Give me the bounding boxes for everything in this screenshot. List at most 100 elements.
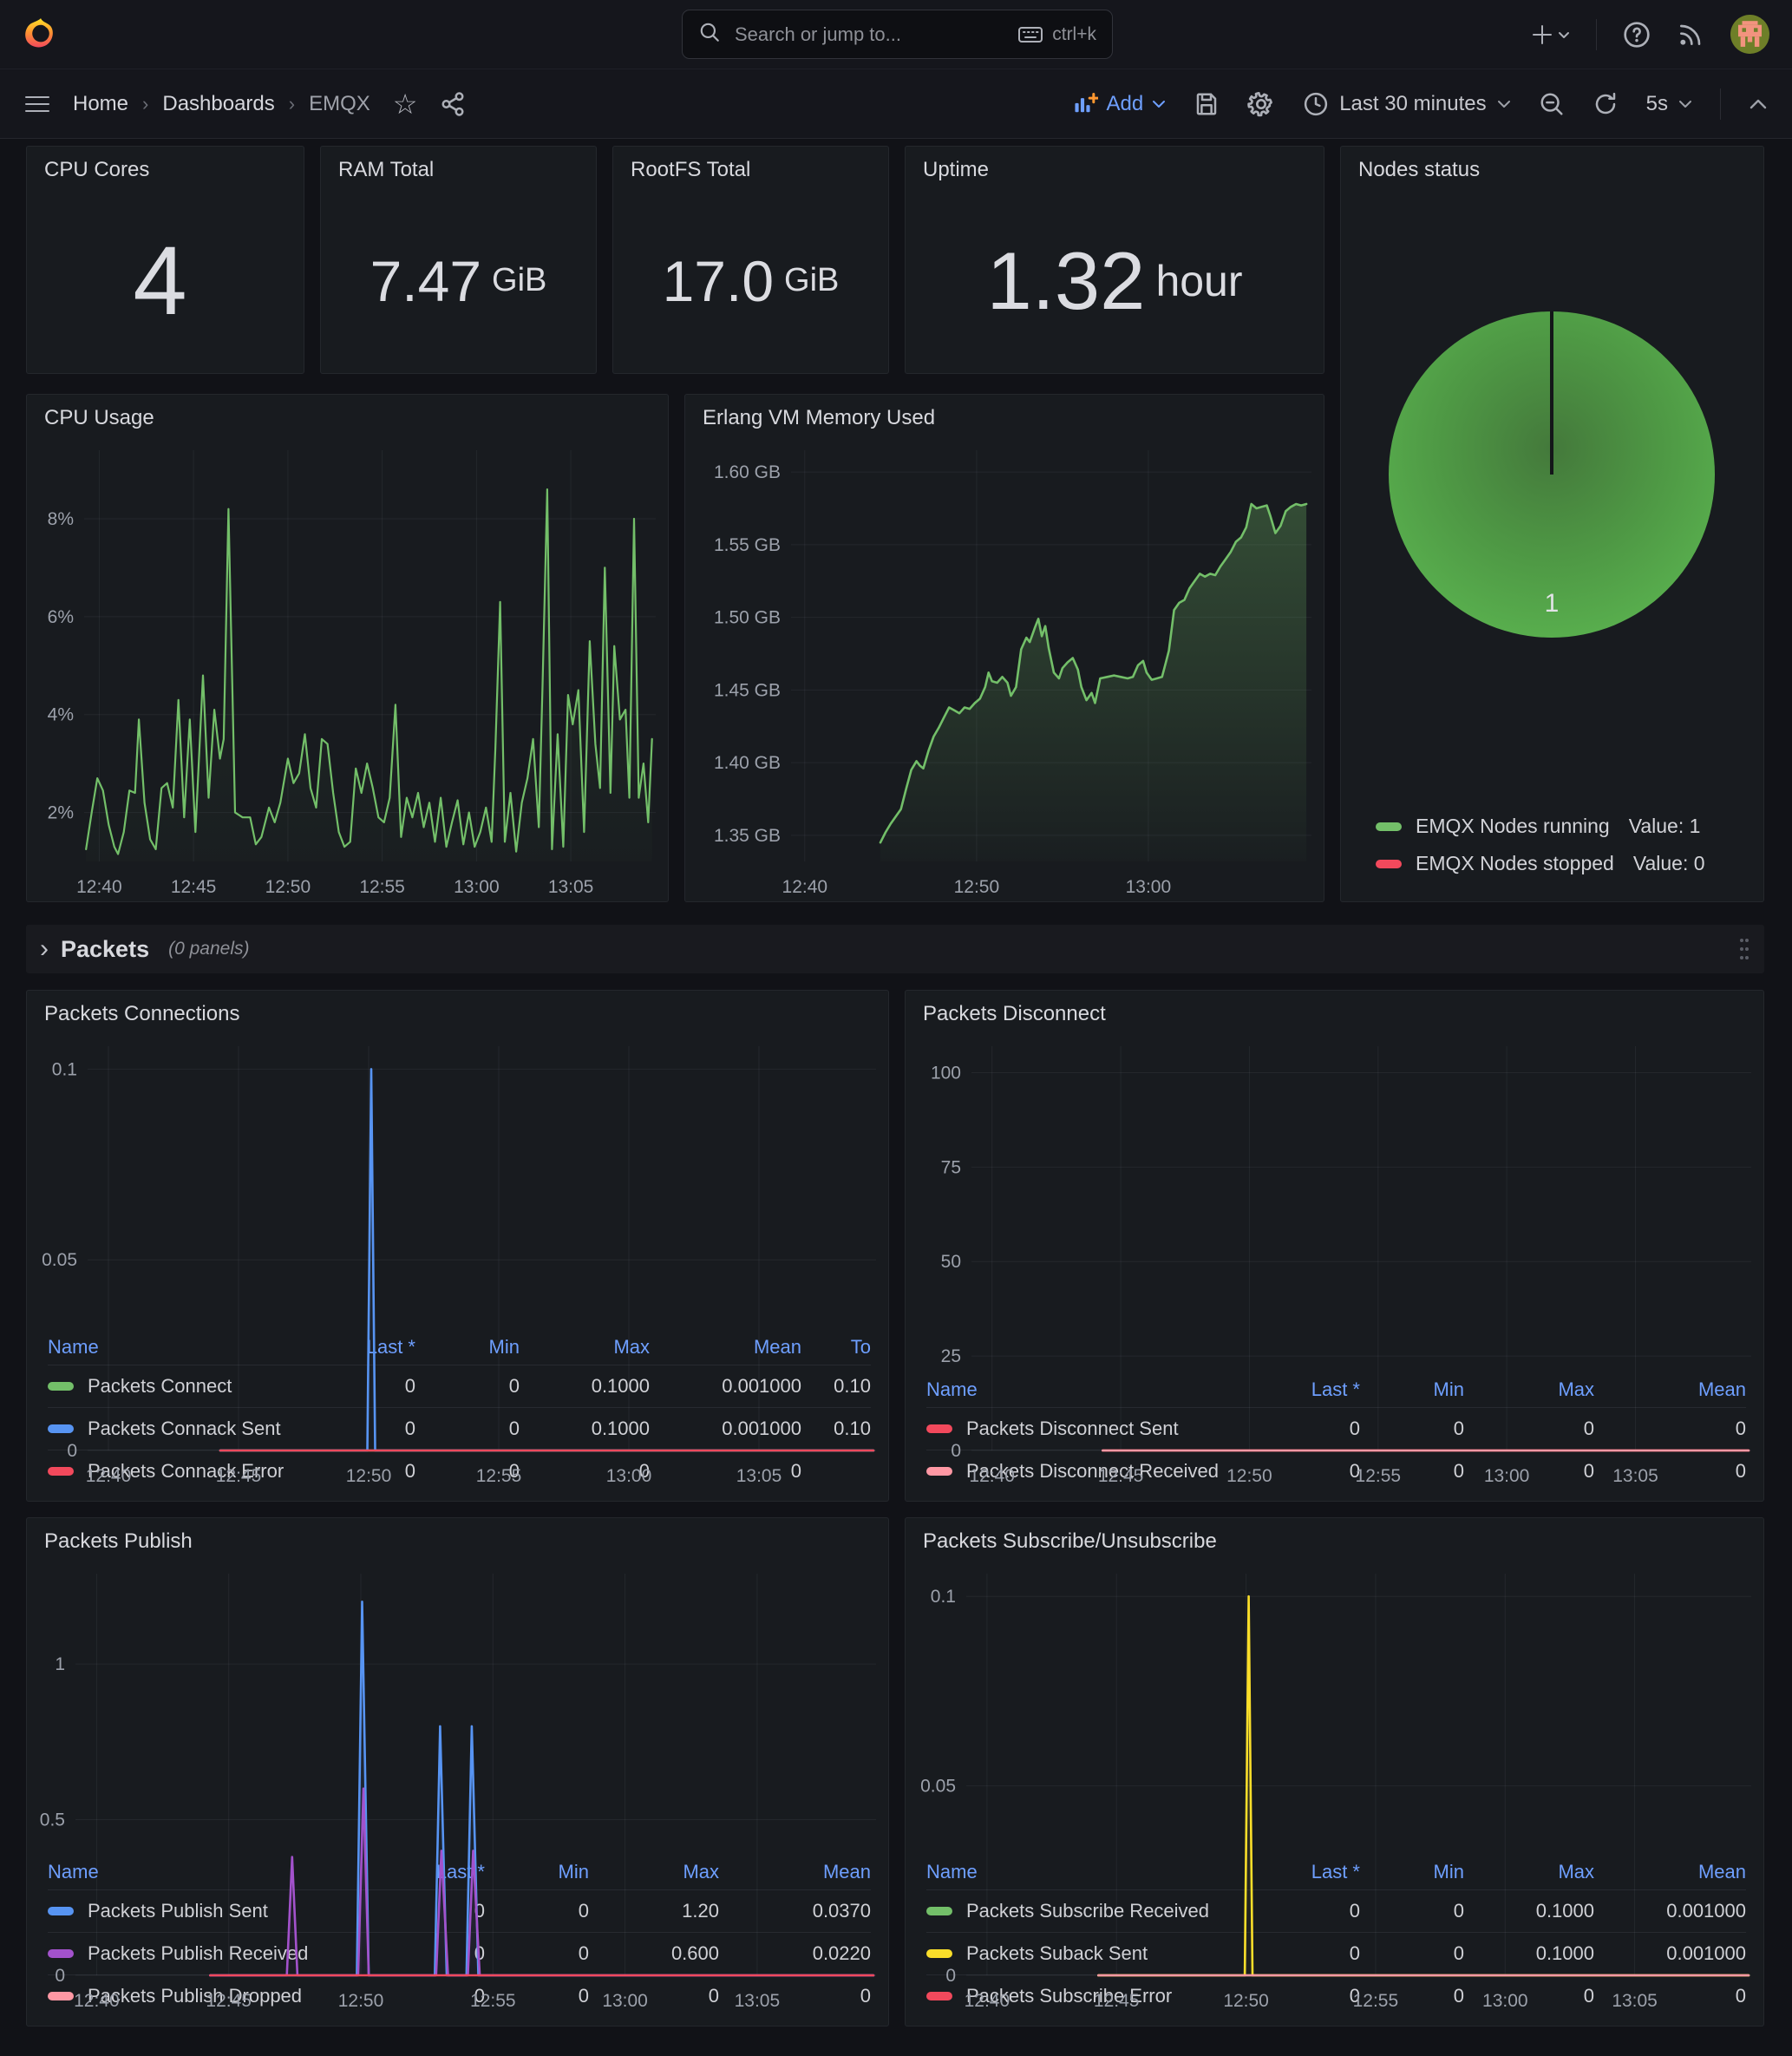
breadcrumb-home[interactable]: Home: [73, 92, 128, 116]
collapse-toolbar-icon[interactable]: [1749, 98, 1768, 110]
svg-text:12:45: 12:45: [216, 1466, 262, 1486]
panel-packets-disconnect: Packets Disconnect 025507510012:4012:451…: [905, 990, 1764, 1502]
chevron-down-icon: [1678, 100, 1692, 108]
svg-text:12:40: 12:40: [782, 877, 828, 897]
panel-rootfs-total: RootFS Total 17.0GiB: [612, 146, 889, 374]
svg-text:13:00: 13:00: [1484, 1466, 1530, 1486]
legend-swatch: [1376, 860, 1402, 868]
svg-text:12:40: 12:40: [969, 1466, 1015, 1486]
panel-erlang-vm-memory: Erlang VM Memory Used 1.35 GB1.40 GB1.45…: [684, 394, 1324, 902]
time-range-picker[interactable]: Last 30 minutes: [1303, 91, 1510, 117]
packets-connections-chart[interactable]: 00.050.112:4012:4512:5012:5513:0013:05: [27, 1032, 888, 1328]
news-rss-icon[interactable]: [1677, 21, 1704, 49]
svg-text:100: 100: [931, 1064, 961, 1084]
svg-text:6%: 6%: [48, 607, 74, 627]
breadcrumb-emqx[interactable]: EMQX: [309, 92, 370, 116]
nodes-status-legend: EMQX Nodes running Value: 1 EMQX Nodes s…: [1341, 815, 1763, 901]
packets-disconnect-chart[interactable]: 025507510012:4012:4512:5012:5513:0013:05: [906, 1032, 1763, 1371]
zoom-out-icon[interactable]: [1539, 91, 1565, 117]
panel-uptime: Uptime 1.32hour: [905, 146, 1324, 374]
svg-text:0.5: 0.5: [40, 1810, 65, 1830]
svg-text:8%: 8%: [48, 509, 74, 529]
panel-title[interactable]: Nodes status: [1341, 147, 1763, 188]
chart-svg: 00.050.112:4012:4512:5012:5513:0013:05: [906, 1560, 1763, 2015]
favorite-star-icon[interactable]: ☆: [393, 90, 418, 118]
share-icon[interactable]: [440, 91, 466, 117]
save-dashboard-button[interactable]: [1194, 91, 1220, 117]
breadcrumb-dashboards[interactable]: Dashboards: [162, 92, 274, 116]
series-line: [210, 1789, 873, 1975]
breadcrumb-separator: ›: [289, 93, 295, 115]
add-panel-button[interactable]: Add: [1072, 92, 1167, 116]
new-dropdown-button[interactable]: [1532, 23, 1570, 47]
svg-text:1.60 GB: 1.60 GB: [714, 462, 781, 482]
row-panel-count: (0 panels): [168, 939, 249, 959]
svg-text:12:55: 12:55: [1353, 1991, 1399, 2011]
mega-menu-icon[interactable]: [24, 94, 50, 115]
svg-text:0.05: 0.05: [920, 1777, 956, 1797]
svg-text:12:45: 12:45: [171, 877, 217, 897]
grafana-logo[interactable]: [23, 16, 59, 53]
dashboard-settings-button[interactable]: [1247, 90, 1275, 118]
stat-value: 17.0GiB: [613, 188, 888, 373]
panel-title[interactable]: Packets Subscribe/Unsubscribe: [906, 1518, 1763, 1560]
series-fill: [210, 1601, 873, 1975]
search-input[interactable]: [733, 23, 1005, 47]
refresh-interval-picker[interactable]: 5s: [1646, 92, 1692, 116]
svg-text:12:55: 12:55: [1356, 1466, 1402, 1486]
keyboard-shortcut: ctrl+k: [1017, 24, 1096, 45]
breadcrumb-separator: ›: [142, 93, 148, 115]
series-fill: [880, 504, 1306, 861]
legend-item-running[interactable]: EMQX Nodes running Value: 1: [1376, 815, 1746, 838]
panel-title[interactable]: Erlang VM Memory Used: [685, 395, 1324, 436]
panel-title[interactable]: RootFS Total: [613, 147, 888, 188]
svg-text:0: 0: [951, 1441, 961, 1461]
svg-text:13:00: 13:00: [1482, 1991, 1528, 2011]
pie-slice-label: 1: [1545, 589, 1560, 618]
cpu-usage-chart[interactable]: 2%4%6%8%12:4012:4512:5012:5513:0013:05: [27, 436, 668, 901]
svg-text:12:45: 12:45: [206, 1991, 252, 2011]
series-fill: [210, 1789, 873, 1975]
chart-svg: 2%4%6%8%12:4012:4512:5012:5513:0013:05: [27, 436, 668, 901]
svg-text:0: 0: [67, 1441, 77, 1461]
row-expand-chevron-icon[interactable]: ›: [40, 936, 49, 962]
panel-title[interactable]: RAM Total: [321, 147, 596, 188]
keyboard-icon: [1017, 25, 1043, 44]
panel-title[interactable]: CPU Usage: [27, 395, 668, 436]
panel-title[interactable]: Packets Disconnect: [906, 991, 1763, 1032]
stat-value: 7.47GiB: [321, 188, 596, 373]
panel-title[interactable]: CPU Cores: [27, 147, 304, 188]
panel-title[interactable]: Packets Publish: [27, 1518, 888, 1560]
row-title[interactable]: Packets: [61, 936, 149, 963]
packets-subscribe-chart[interactable]: 00.050.112:4012:4512:5012:5513:0013:05: [906, 1560, 1763, 1853]
nodes-status-pie-chart[interactable]: 1: [1341, 188, 1763, 815]
svg-text:0: 0: [945, 1966, 956, 1986]
svg-text:1.45 GB: 1.45 GB: [714, 680, 781, 700]
stat-value: 1.32hour: [906, 188, 1324, 373]
refresh-icon[interactable]: [1593, 91, 1619, 117]
panel-title[interactable]: Uptime: [906, 147, 1324, 188]
panel-title[interactable]: Packets Connections: [27, 991, 888, 1032]
svg-text:12:50: 12:50: [1226, 1466, 1272, 1486]
legend-item-stopped[interactable]: EMQX Nodes stopped Value: 0: [1376, 852, 1746, 875]
add-panel-icon: [1072, 92, 1098, 116]
chevron-down-icon: [1152, 100, 1166, 108]
panel-packets-connections: Packets Connections 00.050.112:4012:4512…: [26, 990, 889, 1502]
row-drag-handle-icon[interactable]: [1738, 936, 1750, 962]
svg-text:1: 1: [55, 1654, 65, 1674]
search-icon: [698, 21, 721, 48]
svg-text:13:05: 13:05: [1612, 1991, 1658, 2011]
svg-text:12:50: 12:50: [338, 1991, 384, 2011]
stat-value: 4: [27, 188, 304, 373]
row-packets[interactable]: › Packets (0 panels): [26, 925, 1764, 973]
svg-text:13:05: 13:05: [736, 1466, 782, 1486]
svg-text:12:55: 12:55: [470, 1991, 516, 2011]
chart-svg: 025507510012:4012:4512:5012:5513:0013:05: [906, 1032, 1763, 1490]
user-avatar[interactable]: [1730, 15, 1769, 54]
svg-text:13:00: 13:00: [1126, 877, 1172, 897]
series-line: [210, 1601, 873, 1975]
packets-publish-chart[interactable]: 00.5112:4012:4512:5012:5513:0013:05: [27, 1560, 888, 1853]
search-bar[interactable]: ctrl+k: [682, 10, 1113, 59]
help-icon[interactable]: [1623, 21, 1651, 49]
erlang-vm-memory-chart[interactable]: 1.35 GB1.40 GB1.45 GB1.50 GB1.55 GB1.60 …: [685, 436, 1324, 901]
